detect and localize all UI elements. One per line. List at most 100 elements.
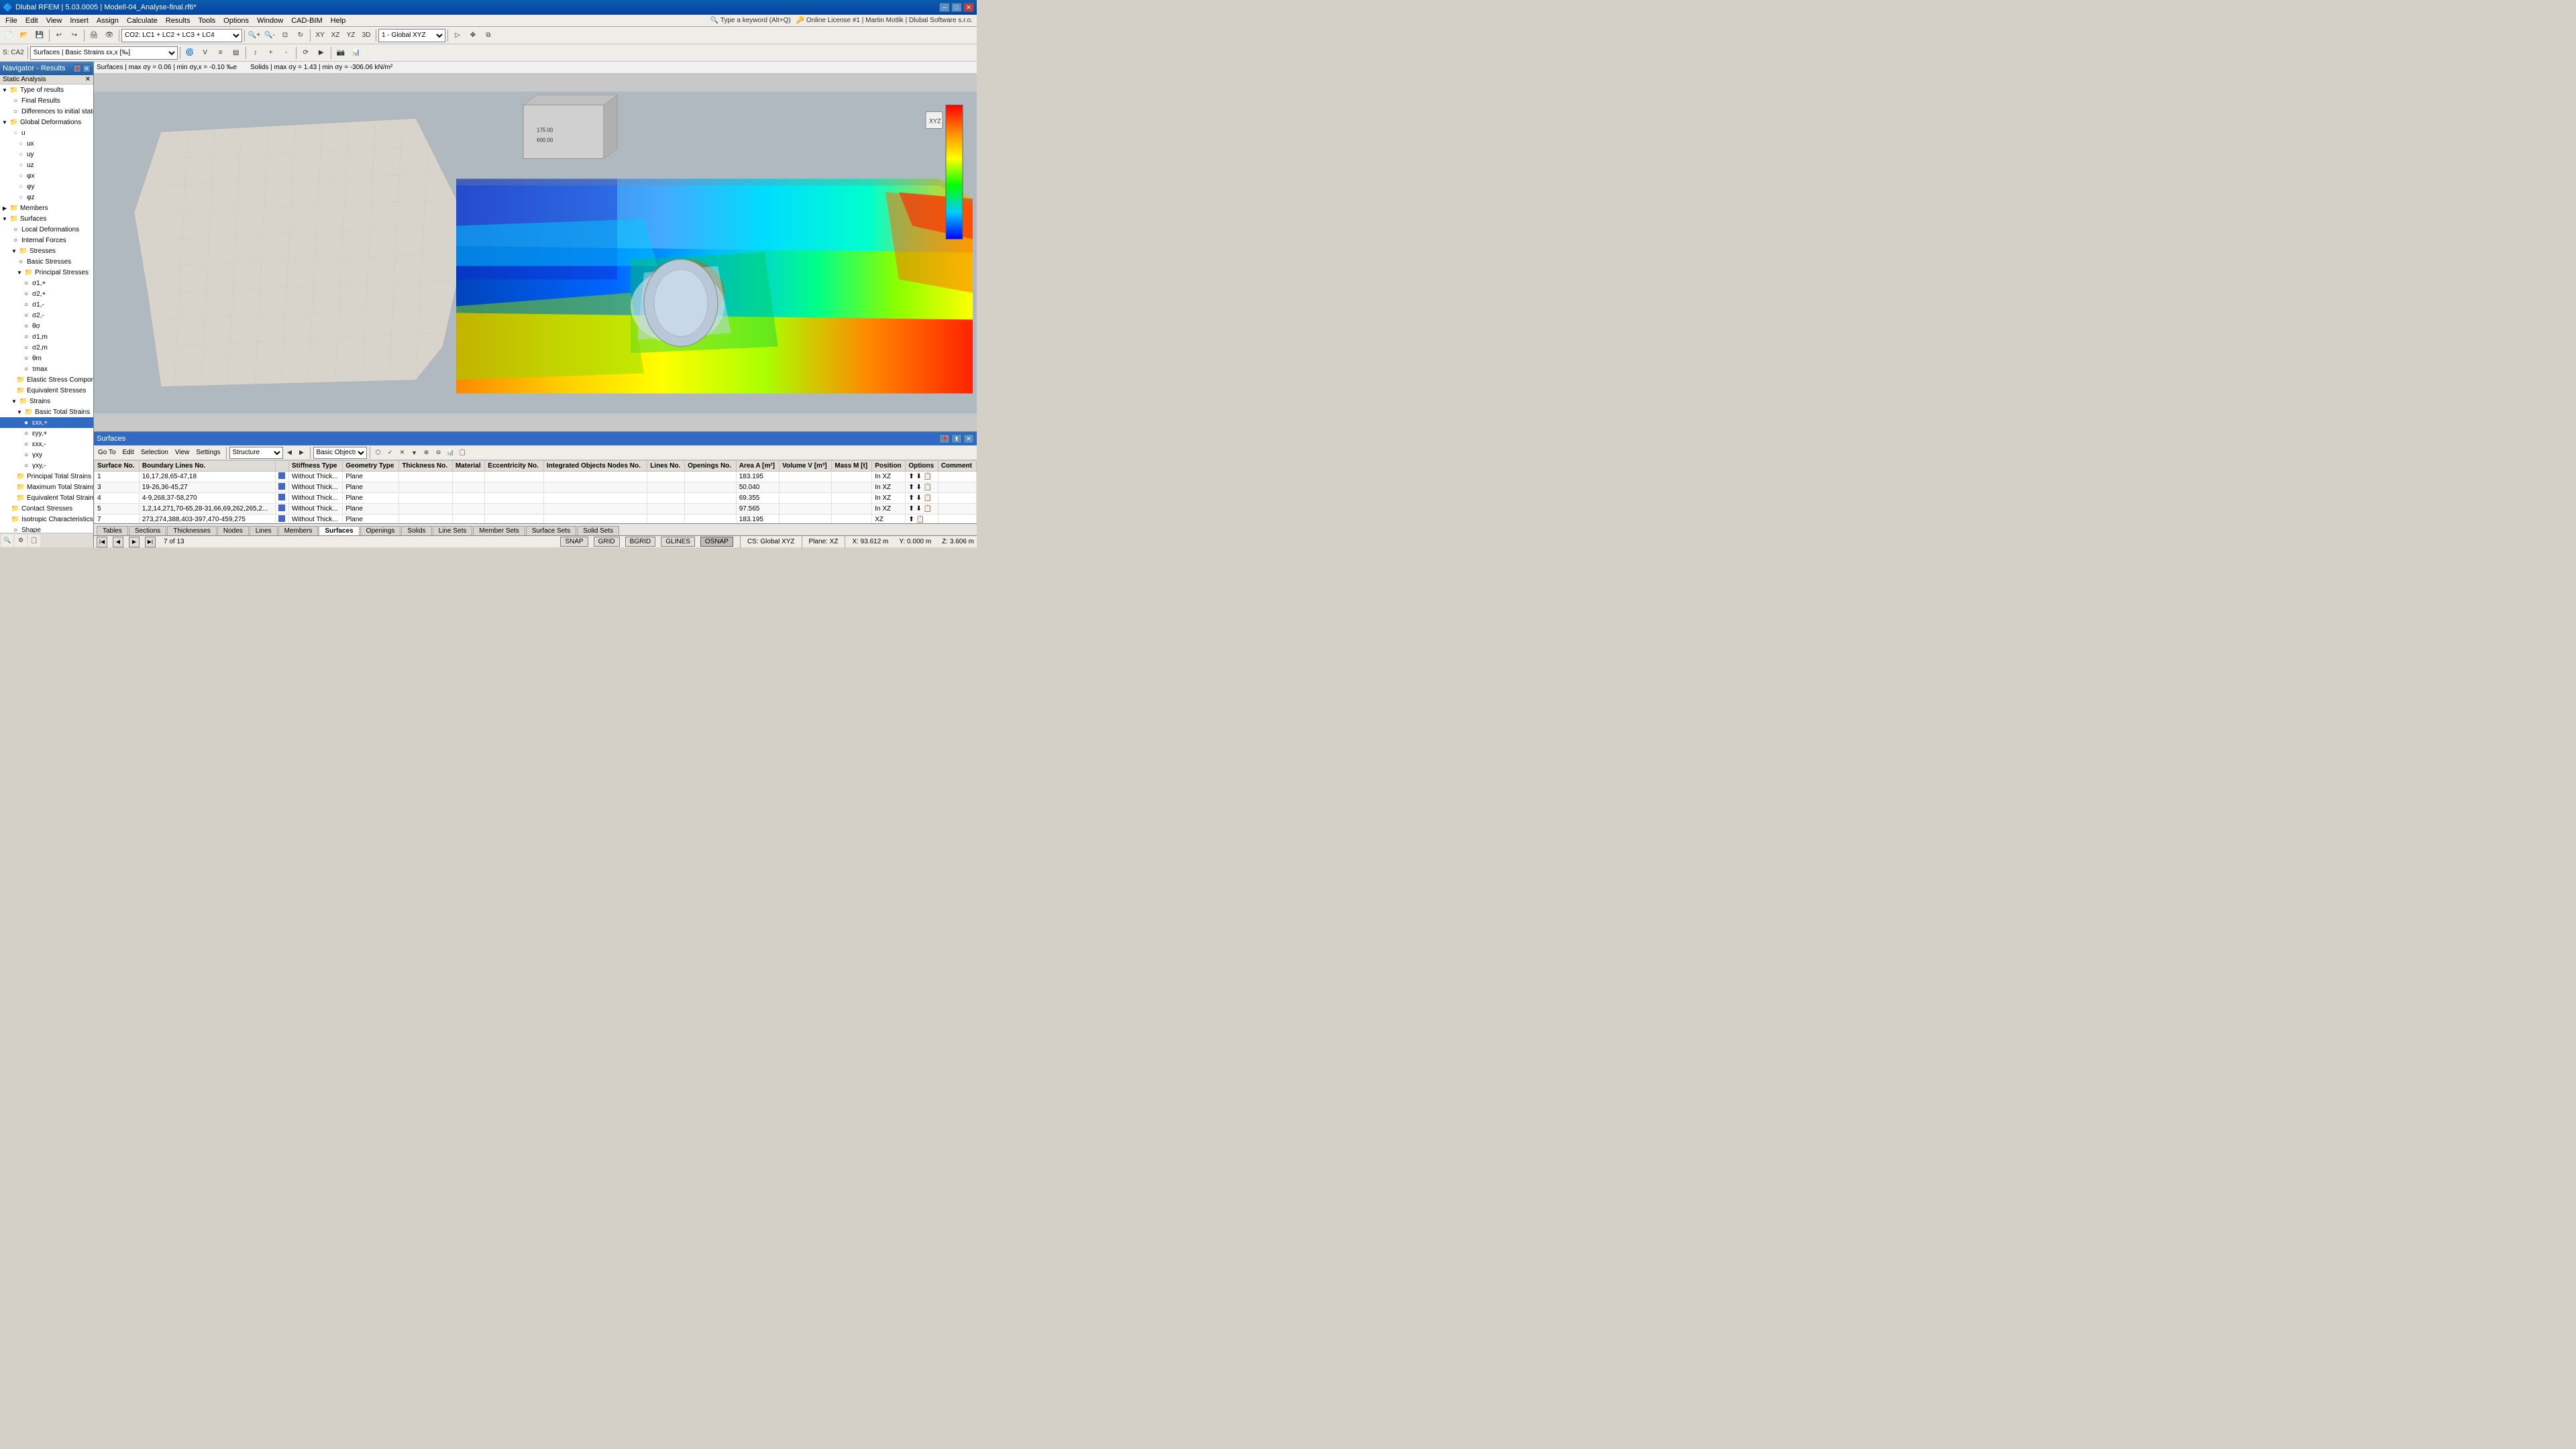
results-tb-icon7[interactable]: 📋 <box>458 447 468 458</box>
table-row[interactable]: 1 16,17,28,65-47,18 Without Thick... Pla… <box>95 472 977 482</box>
menu-view[interactable]: View <box>42 16 66 25</box>
table-row[interactable]: 4 4-9,268,37-58,270 Without Thick... Pla… <box>95 493 977 504</box>
tb-report[interactable]: 📊 <box>349 46 364 60</box>
results-settings[interactable]: Settings <box>193 448 223 457</box>
load-case-combo[interactable]: CO2: LC1 + LC2 + LC3 + LC4 <box>121 29 242 42</box>
tb-anim[interactable]: ▶ <box>314 46 329 60</box>
tree-eyy-p[interactable]: ○εyy,+ <box>0 428 93 439</box>
tree-principal-stresses[interactable]: ▼ 📁 Principal Stresses <box>0 267 93 278</box>
tb-move[interactable]: ✥ <box>466 28 480 43</box>
tb-save[interactable]: 💾 <box>32 28 47 43</box>
btab-solid-sets[interactable]: Solid Sets <box>577 526 619 535</box>
results-tb-prev[interactable]: ◀ <box>284 447 295 458</box>
close-button[interactable]: ✕ <box>963 3 974 12</box>
results-selection[interactable]: Selection <box>138 448 171 457</box>
nav-close-btn[interactable]: ✕ <box>83 64 91 72</box>
tree-uz[interactable]: ○ uz <box>0 160 93 170</box>
tree-s2m[interactable]: ○σ2,- <box>0 310 93 321</box>
tree-basic-total-strains[interactable]: ▼ 📁 Basic Total Strains <box>0 407 93 417</box>
table-row[interactable]: 3 19-26,36-45,27 Without Thick... Plane <box>95 482 977 493</box>
tb-view-3d[interactable]: 3D <box>359 28 374 43</box>
btab-members[interactable]: Members <box>278 526 319 535</box>
btab-surface-sets[interactable]: Surface Sets <box>526 526 576 535</box>
tb-diag-pos[interactable]: + <box>264 46 278 60</box>
basic-objects-combo[interactable]: Basic Objects <box>313 447 367 459</box>
page-next[interactable]: ▶ <box>129 537 140 547</box>
tree-stresses[interactable]: ▼ 📁 Stresses <box>0 246 93 256</box>
tb-fit[interactable]: ⊡ <box>278 28 292 43</box>
tb-view-xy[interactable]: XY <box>313 28 327 43</box>
btab-lines[interactable]: Lines <box>250 526 278 535</box>
tb-view-yz[interactable]: YZ <box>343 28 358 43</box>
nav-pin[interactable]: 📌 <box>73 64 81 72</box>
minimize-button[interactable]: ─ <box>939 3 950 12</box>
menu-results[interactable]: Results <box>162 16 195 25</box>
tb-diag-neg[interactable]: - <box>279 46 294 60</box>
btab-surfaces[interactable]: Surfaces <box>319 526 359 535</box>
result-type-combo[interactable]: Surfaces | Basic Strains εx,x [‰] <box>30 46 178 60</box>
tree-s2m2[interactable]: ○σ2,m <box>0 342 93 353</box>
tree-equiv-stress[interactable]: 📁Equivalent Stresses <box>0 385 93 396</box>
results-tb-filter[interactable]: ▼ <box>409 447 420 458</box>
menu-options[interactable]: Options <box>219 16 253 25</box>
tree-uy[interactable]: ○ uy <box>0 149 93 160</box>
btn-grid[interactable]: GRID <box>594 537 620 547</box>
tree-ux[interactable]: ○ ux <box>0 138 93 149</box>
tb-reset[interactable]: ⟳ <box>299 46 313 60</box>
btn-osnap[interactable]: OSNAP <box>700 537 733 547</box>
menu-window[interactable]: Window <box>253 16 287 25</box>
tree-theta[interactable]: ○θσ <box>0 321 93 331</box>
btab-nodes[interactable]: Nodes <box>217 526 249 535</box>
tree-phiy[interactable]: ○ φy <box>0 181 93 192</box>
menu-insert[interactable]: Insert <box>66 16 93 25</box>
page-prev[interactable]: ◀ <box>113 537 123 547</box>
table-row[interactable]: 5 1,2,14,271,70-65,28-31,66,69,262,265,2… <box>95 504 977 515</box>
table-row[interactable]: 7 273,274,388,403-397,470-459,275 Withou… <box>95 515 977 524</box>
tb-undo[interactable]: ↩ <box>52 28 66 43</box>
tree-basic-stresses[interactable]: ○ Basic Stresses <box>0 256 93 267</box>
btab-solids[interactable]: Solids <box>401 526 431 535</box>
tree-surfaces[interactable]: ▼ 📁 Surfaces <box>0 213 93 224</box>
btab-sections[interactable]: Sections <box>129 526 166 535</box>
tree-s1m[interactable]: ○σ1,- <box>0 299 93 310</box>
results-tb-icon5[interactable]: ⊖ <box>433 447 444 458</box>
tb-screenshot[interactable]: 📷 <box>333 46 348 60</box>
tree-phix[interactable]: ○ φx <box>0 170 93 181</box>
tree-contact-stresses[interactable]: 📁Contact Stresses <box>0 503 93 514</box>
tb-show-values[interactable]: V <box>198 46 213 60</box>
tree-gxy[interactable]: ○γxy <box>0 449 93 460</box>
tree-gxy-m[interactable]: ○γxy,- <box>0 460 93 471</box>
tree-strains[interactable]: ▼ 📁 Strains <box>0 396 93 407</box>
nav-btn2[interactable]: ⚙ <box>15 535 27 547</box>
menu-assign[interactable]: Assign <box>93 16 123 25</box>
tb-fill[interactable]: ▤ <box>229 46 244 60</box>
tb-rotate[interactable]: ↻ <box>293 28 308 43</box>
results-tb-icon2[interactable]: ✓ <box>385 447 396 458</box>
menu-tools[interactable]: Tools <box>194 16 219 25</box>
btab-thicknesses[interactable]: Thicknesses <box>167 526 217 535</box>
tree-internal-forces[interactable]: ○ Internal Forces <box>0 235 93 246</box>
menu-edit[interactable]: Edit <box>21 16 42 25</box>
tb-zoom-out[interactable]: 🔍- <box>262 28 277 43</box>
tree-thetam[interactable]: ○θm <box>0 353 93 364</box>
tb-zoom-in[interactable]: 🔍+ <box>247 28 262 43</box>
tree-taumax[interactable]: ○τmax <box>0 364 93 374</box>
tb-isolines[interactable]: ≡ <box>213 46 228 60</box>
tree-exx-p[interactable]: ● εxx,+ <box>0 417 93 428</box>
tb-new[interactable]: 📄 <box>1 28 16 43</box>
tree-type-of-results[interactable]: ▼ 📁 Type of results <box>0 85 93 95</box>
btab-tables[interactable]: Tables <box>97 526 128 535</box>
tb-open[interactable]: 📂 <box>17 28 32 43</box>
tree-equiv-total[interactable]: 📁Equivalent Total Strains <box>0 492 93 503</box>
tree-final-results[interactable]: ○ Final Results <box>0 95 93 106</box>
results-edit[interactable]: Edit <box>120 448 137 457</box>
tree-shape[interactable]: ○Shape <box>0 525 93 533</box>
view-combo[interactable]: 1 - Global XYZ <box>378 29 445 42</box>
tb-view-xz[interactable]: XZ <box>328 28 343 43</box>
tree-principal-total[interactable]: 📁Principal Total Strains <box>0 471 93 482</box>
results-goto[interactable]: Go To <box>95 448 119 457</box>
viewport-3d[interactable]: 175.00 600.00 <box>94 74 977 431</box>
tree-isotropic[interactable]: 📁Isotropic Characteristics <box>0 514 93 525</box>
structure-type-combo[interactable]: Structure <box>229 447 283 459</box>
results-tb-icon3[interactable]: ✕ <box>397 447 408 458</box>
